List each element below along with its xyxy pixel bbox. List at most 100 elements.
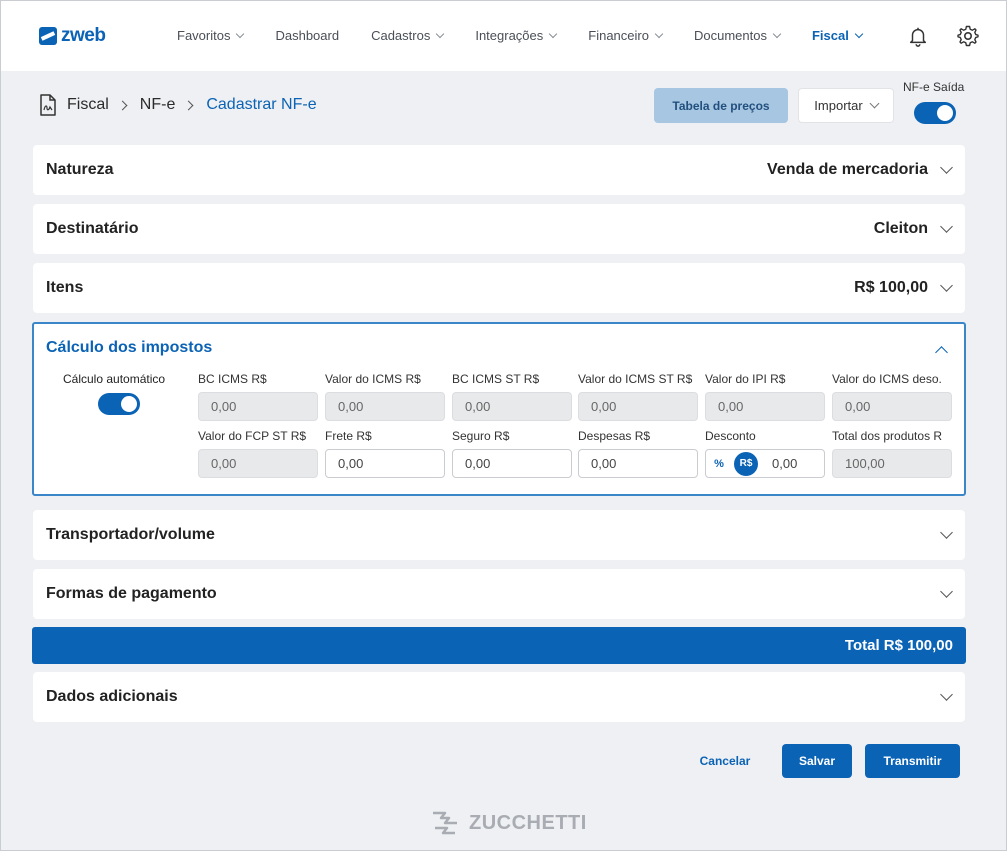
field-despesas: Despesas R$ 0,00 bbox=[578, 429, 699, 478]
section-natureza[interactable]: Natureza Venda de mercadoria bbox=[33, 145, 965, 195]
gear-icon[interactable] bbox=[956, 24, 980, 48]
section-title: Itens bbox=[46, 279, 84, 296]
nav-label: Integrações bbox=[475, 28, 544, 43]
section-dados-adicionais[interactable]: Dados adicionais bbox=[33, 672, 965, 722]
seguro-input[interactable]: 0,00 bbox=[452, 449, 572, 478]
chevron-down-icon bbox=[940, 220, 953, 233]
field-valor-icms-deso: Valor do ICMS deso. 0,00 bbox=[832, 372, 953, 421]
desconto-percent-toggle[interactable]: % bbox=[710, 458, 728, 470]
natureza-value: Venda de mercadoria bbox=[767, 161, 928, 178]
field-label: Valor do FCP ST R$ bbox=[198, 429, 307, 443]
logo-text: zweb bbox=[61, 25, 106, 46]
field-label: Valor do ICMS R$ bbox=[325, 372, 421, 386]
calculo-automatico-toggle[interactable] bbox=[98, 393, 140, 415]
section-pagamento[interactable]: Formas de pagamento bbox=[33, 569, 965, 619]
field-label: Valor do IPI R$ bbox=[705, 372, 786, 386]
field-bc-icms-st: BC ICMS ST R$ 0,00 bbox=[452, 372, 573, 421]
chevron-down-icon bbox=[869, 98, 880, 109]
desconto-input[interactable]: % R$ 0,00 bbox=[705, 449, 825, 478]
frete-input[interactable]: 0,00 bbox=[325, 449, 445, 478]
breadcrumb: Fiscal NF-e Cadastrar NF-e bbox=[39, 94, 317, 116]
save-button[interactable]: Salvar bbox=[782, 744, 852, 778]
bc-icms-st-input[interactable]: 0,00 bbox=[452, 392, 572, 421]
breadcrumb-nfe[interactable]: NF-e bbox=[140, 96, 176, 114]
chevron-right-icon bbox=[183, 100, 194, 110]
breadcrumb-cadastrar-nfe: Cadastrar NF-e bbox=[206, 96, 317, 113]
nav-cadastros[interactable]: Cadastros bbox=[371, 28, 445, 43]
brand-text: ZUCCHETTI bbox=[469, 811, 587, 834]
chevron-down-icon bbox=[854, 29, 864, 39]
valor-icms-deso-input[interactable]: 0,00 bbox=[832, 392, 952, 421]
field-frete: Frete R$ 0,00 bbox=[325, 429, 446, 478]
valor-ipi-input[interactable]: 0,00 bbox=[705, 392, 825, 421]
itens-value: R$ 100,00 bbox=[854, 279, 928, 296]
field-bc-icms: BC ICMS R$ 0,00 bbox=[198, 372, 319, 421]
field-label: BC ICMS ST R$ bbox=[452, 372, 540, 386]
nav-favoritos[interactable]: Favoritos bbox=[177, 28, 245, 43]
valor-icms-input[interactable]: 0,00 bbox=[325, 392, 445, 421]
section-destinatario[interactable]: Destinatário Cleiton bbox=[33, 204, 965, 254]
field-valor-icms: Valor do ICMS R$ 0,00 bbox=[325, 372, 446, 421]
section-title: Destinatário bbox=[46, 220, 139, 237]
nav-financeiro[interactable]: Financeiro bbox=[588, 28, 664, 43]
nav-label: Financeiro bbox=[588, 28, 649, 43]
chevron-right-icon bbox=[117, 100, 128, 110]
field-desconto: Desconto % R$ 0,00 bbox=[705, 429, 826, 478]
section-itens[interactable]: Itens R$ 100,00 bbox=[33, 263, 965, 313]
nfe-saida-label: NF-e Saída bbox=[903, 80, 965, 94]
total-label: Total R$ 100,00 bbox=[844, 637, 953, 654]
nav-integracoes[interactable]: Integrações bbox=[475, 28, 558, 43]
zweb-logo[interactable]: zweb bbox=[39, 25, 106, 47]
nav-documentos[interactable]: Documentos bbox=[693, 28, 782, 43]
bell-icon[interactable] bbox=[907, 24, 929, 48]
section-title[interactable]: Cálculo dos impostos bbox=[46, 339, 212, 357]
chevron-down-icon bbox=[654, 29, 664, 39]
destinatario-value: Cleiton bbox=[873, 220, 928, 237]
field-label: Seguro R$ bbox=[452, 429, 510, 443]
field-label: Valor do ICMS deso. bbox=[832, 372, 942, 386]
chevron-down-icon bbox=[940, 688, 953, 701]
valor-icms-st-input[interactable]: 0,00 bbox=[578, 392, 698, 421]
chevron-down-icon bbox=[436, 29, 445, 39]
total-produtos-input[interactable]: 100,00 bbox=[832, 449, 952, 478]
field-valor-icms-st: Valor do ICMS ST R$ 0,00 bbox=[578, 372, 699, 421]
nav-dashboard[interactable]: Dashboard bbox=[275, 28, 339, 43]
desconto-reais-toggle[interactable]: R$ bbox=[734, 451, 758, 476]
field-label: Despesas R$ bbox=[578, 429, 651, 443]
field-seguro: Seguro R$ 0,00 bbox=[452, 429, 573, 478]
top-navbar: zweb Favoritos Dashboard Cadastros Integ… bbox=[1, 1, 1006, 71]
section-title: Dados adicionais bbox=[46, 688, 178, 705]
chevron-up-icon[interactable] bbox=[935, 346, 948, 359]
breadcrumb-fiscal[interactable]: Fiscal bbox=[67, 96, 109, 114]
field-label: Valor do ICMS ST R$ bbox=[578, 372, 693, 386]
document-icon bbox=[40, 94, 56, 116]
nfe-saida-toggle[interactable] bbox=[914, 102, 956, 124]
zucchetti-brand: ZUCCHETTI bbox=[429, 807, 587, 839]
calculo-automatico-label: Cálculo automático bbox=[63, 372, 166, 386]
field-total-produtos: Total dos produtos R 100,00 bbox=[832, 429, 953, 478]
field-valor-fcp-st: Valor do FCP ST R$ 0,00 bbox=[198, 429, 319, 478]
tabela-precos-button[interactable]: Tabela de preços bbox=[654, 88, 788, 123]
bc-icms-input[interactable]: 0,00 bbox=[198, 392, 318, 421]
nav-label: Documentos bbox=[693, 28, 767, 43]
desconto-value: 0,00 bbox=[772, 456, 798, 471]
nav-fiscal[interactable]: Fiscal bbox=[812, 28, 864, 43]
section-transportador[interactable]: Transportador/volume bbox=[33, 510, 965, 560]
valor-fcp-st-input[interactable]: 0,00 bbox=[198, 449, 318, 478]
chevron-down-icon bbox=[236, 29, 245, 39]
main-nav: Favoritos Dashboard Cadastros Integraçõe… bbox=[177, 28, 864, 43]
nav-label: Cadastros bbox=[371, 28, 431, 43]
nav-label: Dashboard bbox=[275, 28, 340, 43]
nav-label: Favoritos bbox=[177, 28, 231, 43]
despesas-input[interactable]: 0,00 bbox=[578, 449, 698, 478]
logo-mark-icon bbox=[39, 27, 57, 45]
field-label: BC ICMS R$ bbox=[198, 372, 267, 386]
zucchetti-logo-icon bbox=[433, 811, 457, 835]
importar-button[interactable]: Importar bbox=[798, 88, 894, 123]
importar-label: Importar bbox=[814, 98, 863, 113]
section-title: Natureza bbox=[46, 161, 114, 178]
cancel-button[interactable]: Cancelar bbox=[689, 744, 761, 778]
transmit-button[interactable]: Transmitir bbox=[865, 744, 960, 778]
chevron-down-icon bbox=[940, 279, 953, 292]
section-title: Formas de pagamento bbox=[46, 585, 217, 602]
